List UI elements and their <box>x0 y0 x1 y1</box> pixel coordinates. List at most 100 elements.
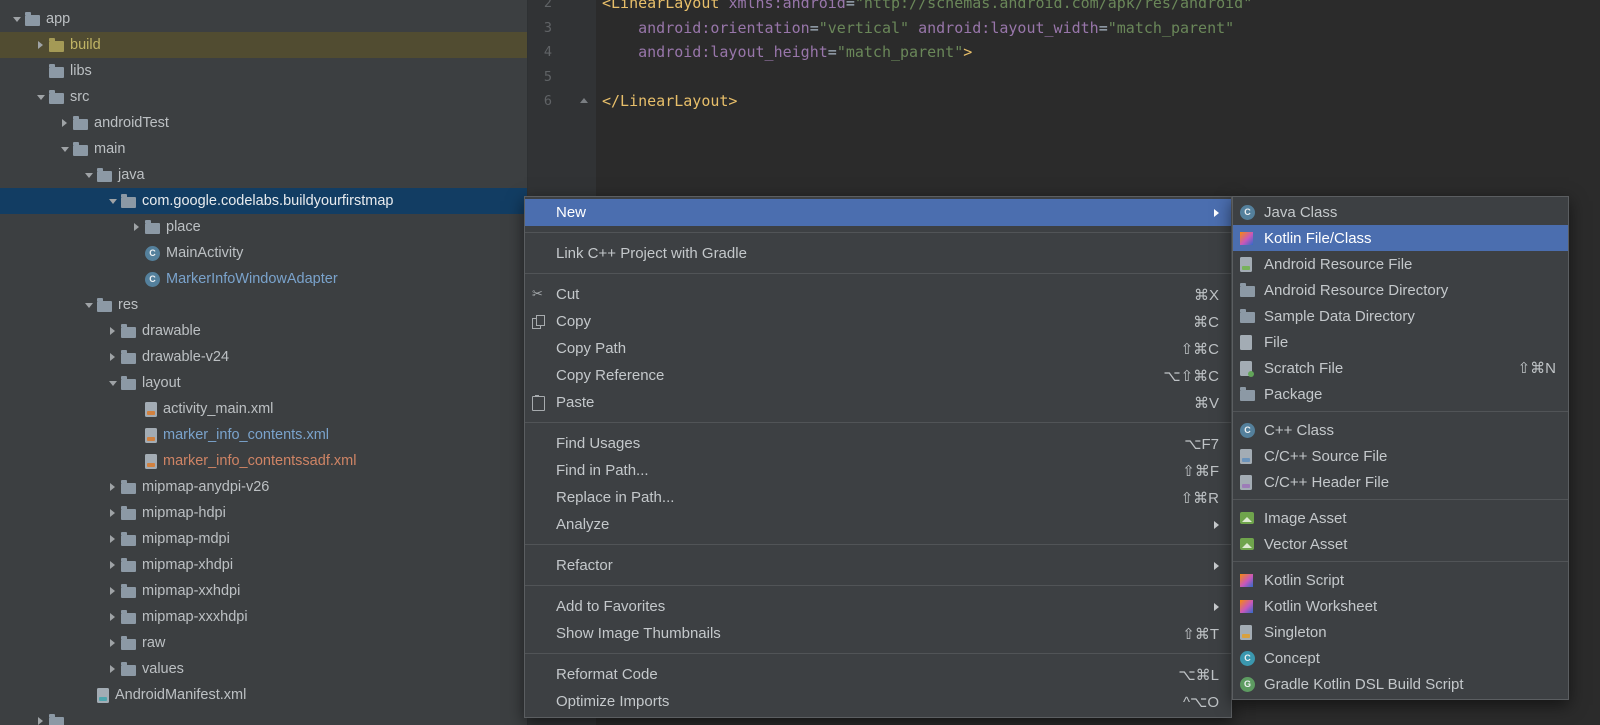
tree-item-label: src <box>70 89 89 105</box>
menu-item-package[interactable]: Package <box>1233 381 1568 407</box>
menu-item-kotlin-script[interactable]: Kotlin Script <box>1233 567 1568 593</box>
tree-item-main[interactable]: main <box>0 136 527 162</box>
tree-item-res[interactable]: res <box>0 292 527 318</box>
menu-item-kotlin-worksheet[interactable]: Kotlin Worksheet <box>1233 593 1568 619</box>
fold-marker-icon[interactable] <box>580 98 588 103</box>
menu-item-vector-asset[interactable]: Vector Asset <box>1233 531 1568 557</box>
chevron-right-icon[interactable] <box>104 531 121 547</box>
menu-item-cut[interactable]: Cut⌘X <box>525 281 1231 308</box>
menu-item-android-resource-file[interactable]: Android Resource File <box>1233 251 1568 277</box>
menu-item-c-class[interactable]: C++ Class <box>1233 417 1568 443</box>
menu-item-link-c-project-with-gradle[interactable]: Link C++ Project with Gradle <box>525 240 1231 267</box>
tree-item-mipmap-xxhdpi[interactable]: mipmap-xxhdpi <box>0 578 527 604</box>
menu-item-add-to-favorites[interactable]: Add to Favorites <box>525 593 1231 620</box>
chevron-right-icon[interactable] <box>104 479 121 495</box>
chevron-down-icon[interactable] <box>8 11 25 27</box>
menu-item-show-image-thumbnails[interactable]: Show Image Thumbnails⇧⌘T <box>525 620 1231 647</box>
menu-item-copy[interactable]: Copy⌘C <box>525 308 1231 335</box>
line-number: 6 <box>528 89 596 114</box>
tree-item-layout[interactable]: layout <box>0 370 527 396</box>
chevron-right-icon[interactable] <box>104 583 121 599</box>
menu-item-label: Analyze <box>556 516 609 533</box>
chevron-right-icon[interactable] <box>104 557 121 573</box>
menu-item-c-c-source-file[interactable]: C/C++ Source File <box>1233 443 1568 469</box>
chevron-down-icon[interactable] <box>32 89 49 105</box>
chevron-right-icon[interactable] <box>32 713 49 725</box>
chevron-right-icon[interactable] <box>104 349 121 365</box>
menu-item-find-usages[interactable]: Find Usages⌥F7 <box>525 430 1231 457</box>
tree-item-mipmap-hdpi[interactable]: mipmap-hdpi <box>0 500 527 526</box>
tree-item-values[interactable]: values <box>0 656 527 682</box>
submenu-arrow-icon <box>1214 521 1219 529</box>
menu-item-copy-reference[interactable]: Copy Reference⌥⇧⌘C <box>525 362 1231 389</box>
menu-item-label: Link C++ Project with Gradle <box>556 245 747 262</box>
tree-item-place[interactable]: place <box>0 214 527 240</box>
tree-item-app[interactable]: app <box>0 6 527 32</box>
menu-item-c-c-header-file[interactable]: C/C++ Header File <box>1233 469 1568 495</box>
code-area[interactable]: <LinearLayout xmlns:android="http://sche… <box>596 0 1252 114</box>
tree-item-com-google-codelabs-buildyourfirstmap[interactable]: com.google.codelabs.buildyourfirstmap <box>0 188 527 214</box>
chevron-down-icon[interactable] <box>104 193 121 209</box>
tree-item-java[interactable]: java <box>0 162 527 188</box>
tree-item-marker-info-contents-xml[interactable]: marker_info_contents.xml <box>0 422 527 448</box>
folder-icon <box>121 535 136 546</box>
chevron-right-icon[interactable] <box>128 219 145 235</box>
menu-item-sample-data-directory[interactable]: Sample Data Directory <box>1233 303 1568 329</box>
tree-item-build[interactable]: build <box>0 32 527 58</box>
chevron-down-icon[interactable] <box>56 141 73 157</box>
tree-item-mainactivity[interactable]: MainActivity <box>0 240 527 266</box>
code-token: "match_parent" <box>1108 19 1234 37</box>
chevron-right-icon[interactable] <box>32 37 49 53</box>
chevron-down-icon[interactable] <box>80 297 97 313</box>
tree-item-activity-main-xml[interactable]: activity_main.xml <box>0 396 527 422</box>
arrow-spacer <box>80 687 97 703</box>
menu-item-gradle-kotlin-dsl-build-script[interactable]: Gradle Kotlin DSL Build Script <box>1233 671 1568 697</box>
tree-item-libs[interactable]: libs <box>0 58 527 84</box>
tree-item-drawable[interactable]: drawable <box>0 318 527 344</box>
tree-item-mipmap-anydpi-v26[interactable]: mipmap-anydpi-v26 <box>0 474 527 500</box>
tree-item-drawable-v24[interactable]: drawable-v24 <box>0 344 527 370</box>
menu-item-reformat-code[interactable]: Reformat Code⌥⌘L <box>525 661 1231 688</box>
folder-icon <box>49 67 64 78</box>
menu-item-optimize-imports[interactable]: Optimize Imports^⌥O <box>525 688 1231 715</box>
menu-item-scratch-file[interactable]: Scratch File⇧⌘N <box>1233 355 1568 381</box>
chevron-right-icon[interactable] <box>104 635 121 651</box>
menu-item-singleton[interactable]: Singleton <box>1233 619 1568 645</box>
tree-item-androidtest[interactable]: androidTest <box>0 110 527 136</box>
menu-item-copy-path[interactable]: Copy Path⇧⌘C <box>525 335 1231 362</box>
chevron-down-icon[interactable] <box>104 375 121 391</box>
chevron-right-icon[interactable] <box>56 115 73 131</box>
chevron-right-icon[interactable] <box>104 505 121 521</box>
tree-item-mipmap-xhdpi[interactable]: mipmap-xhdpi <box>0 552 527 578</box>
code-token: = <box>1099 19 1108 37</box>
chevron-right-icon[interactable] <box>104 661 121 677</box>
menu-item-file[interactable]: File <box>1233 329 1568 355</box>
menu-item-kotlin-file-class[interactable]: Kotlin File/Class <box>1233 225 1568 251</box>
menu-item-image-asset[interactable]: Image Asset <box>1233 505 1568 531</box>
tree-item-mipmap-xxxhdpi[interactable]: mipmap-xxxhdpi <box>0 604 527 630</box>
menu-item-concept[interactable]: Concept <box>1233 645 1568 671</box>
menu-item-java-class[interactable]: Java Class <box>1233 199 1568 225</box>
chevron-down-icon[interactable] <box>80 167 97 183</box>
menu-item-android-resource-directory[interactable]: Android Resource Directory <box>1233 277 1568 303</box>
tree-item-mipmap-mdpi[interactable]: mipmap-mdpi <box>0 526 527 552</box>
tree-item-src[interactable]: src <box>0 84 527 110</box>
chevron-right-icon[interactable] <box>104 609 121 625</box>
menu-separator <box>1233 499 1568 500</box>
menu-item-replace-in-path[interactable]: Replace in Path...⇧⌘R <box>525 484 1231 511</box>
menu-item-find-in-path[interactable]: Find in Path...⇧⌘F <box>525 457 1231 484</box>
arrow-spacer <box>128 427 145 443</box>
menu-item-label: Replace in Path... <box>556 489 674 506</box>
menu-item-refactor[interactable]: Refactor <box>525 552 1231 579</box>
tree-item-marker-info-contentssadf-xml[interactable]: marker_info_contentssadf.xml <box>0 448 527 474</box>
tree-item-raw[interactable]: raw <box>0 630 527 656</box>
tree-item-row[interactable] <box>0 708 527 725</box>
tree-item-markerinfowindowadapter[interactable]: MarkerInfoWindowAdapter <box>0 266 527 292</box>
chevron-right-icon[interactable] <box>104 323 121 339</box>
menu-item-paste[interactable]: Paste⌘V <box>525 389 1231 416</box>
tree-item-label: libs <box>70 63 92 79</box>
menu-icon-slot <box>1240 625 1264 640</box>
menu-item-analyze[interactable]: Analyze <box>525 511 1231 538</box>
tree-item-androidmanifest-xml[interactable]: AndroidManifest.xml <box>0 682 527 708</box>
menu-item-new[interactable]: New <box>525 199 1231 226</box>
